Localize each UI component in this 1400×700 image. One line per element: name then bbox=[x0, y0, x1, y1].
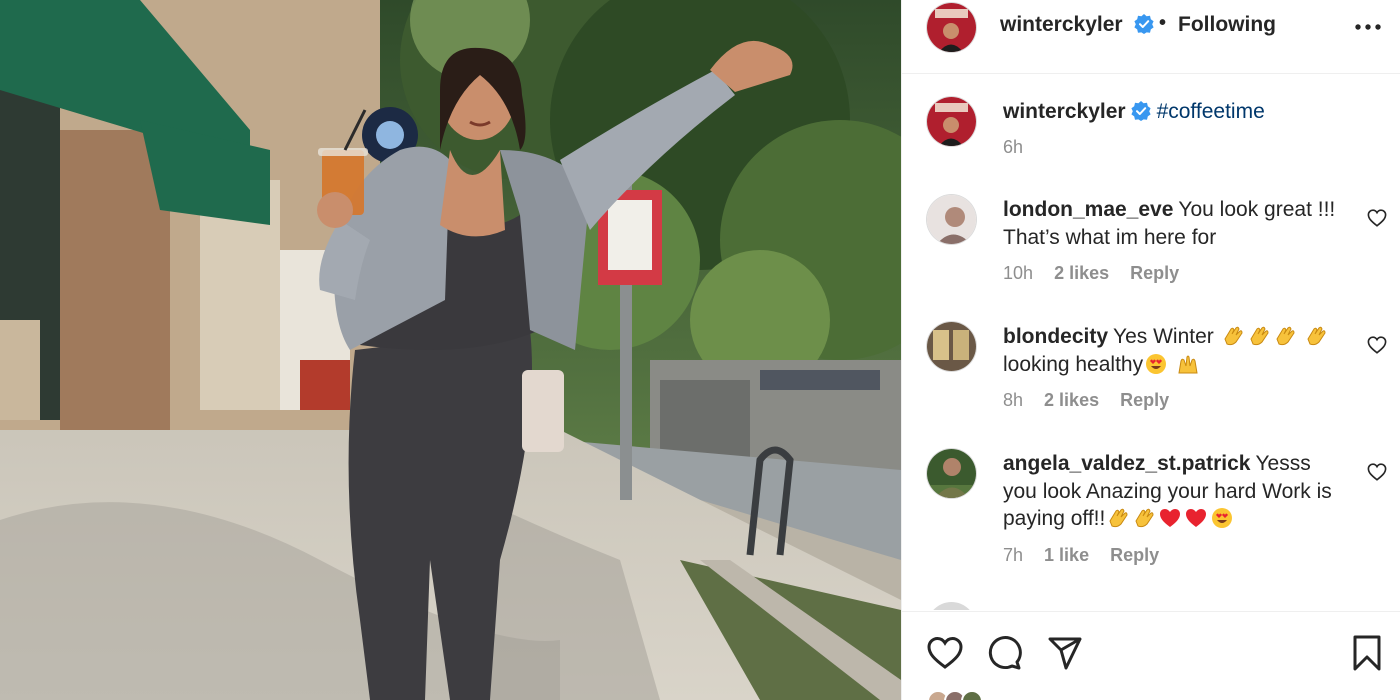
reply-button[interactable]: Reply bbox=[1120, 390, 1169, 410]
comments-list: winterckyler #coffeetime 6h london_mae_ev… bbox=[902, 75, 1400, 610]
raising-hands-icon bbox=[1178, 355, 1198, 373]
follow-status-button[interactable]: Following bbox=[1178, 13, 1276, 37]
verified-badge-icon bbox=[1130, 101, 1151, 121]
clapping-hands-icon bbox=[1109, 508, 1128, 528]
comment-likes[interactable]: 2 likes bbox=[1044, 390, 1099, 410]
comment-body: Yes Winter bbox=[1113, 325, 1214, 348]
hashtag-link[interactable]: #coffeetime bbox=[1157, 100, 1265, 123]
comment-likes[interactable]: 2 likes bbox=[1054, 263, 1109, 283]
caption-time: 6h bbox=[1003, 137, 1024, 157]
post-sidebar: winterckyler • Following winterckyler #c… bbox=[901, 0, 1400, 700]
commenter-avatar-image bbox=[927, 449, 976, 498]
heart-icon[interactable] bbox=[1367, 463, 1387, 481]
comment-time: 8h bbox=[1003, 390, 1024, 410]
reply-button[interactable]: Reply bbox=[1110, 545, 1159, 565]
separator-dot: • bbox=[1159, 12, 1167, 34]
heart-icon[interactable] bbox=[1367, 336, 1387, 354]
commenter-avatar-image bbox=[927, 322, 976, 371]
heart-eyes-icon bbox=[1146, 353, 1167, 374]
comment-text: blondecity Yes Winter looking healthy bbox=[1003, 323, 1333, 378]
author-username[interactable]: winterckyler bbox=[1000, 13, 1123, 37]
verified-badge-icon bbox=[1130, 14, 1154, 36]
heart-icon[interactable] bbox=[926, 634, 964, 672]
commenter-avatar[interactable] bbox=[927, 322, 976, 371]
comment-meta: 7h 1 like Reply bbox=[1003, 545, 1175, 566]
post-image-woman-with-coffee bbox=[0, 0, 901, 700]
comment-time: 10h bbox=[1003, 263, 1034, 283]
comment-username[interactable]: london_mae_eve bbox=[1003, 198, 1173, 221]
reply-button[interactable]: Reply bbox=[1130, 263, 1179, 283]
post-header: winterckyler • Following bbox=[902, 0, 1400, 74]
comment-likes[interactable]: 1 like bbox=[1044, 545, 1089, 565]
liked-by-avatars bbox=[927, 690, 983, 700]
clapping-hands-icon bbox=[1224, 326, 1243, 346]
liked-by-row[interactable] bbox=[927, 690, 1227, 700]
clapping-hands-icon bbox=[1276, 326, 1295, 346]
comment-username[interactable]: blondecity bbox=[1003, 325, 1108, 348]
commenter-avatar-image bbox=[927, 195, 976, 244]
author-avatar[interactable] bbox=[927, 3, 976, 52]
post-photo[interactable] bbox=[0, 0, 901, 700]
comment-bubble-icon[interactable] bbox=[986, 634, 1024, 672]
red-heart-icon bbox=[1160, 509, 1181, 527]
next-commenter-avatar[interactable] bbox=[927, 602, 976, 610]
comment-meta: 8h 2 likes Reply bbox=[1003, 390, 1185, 411]
comment-time: 7h bbox=[1003, 545, 1024, 565]
bookmark-icon[interactable] bbox=[1348, 634, 1386, 672]
commenter-avatar[interactable] bbox=[927, 449, 976, 498]
clapping-hands-icon bbox=[1135, 508, 1154, 528]
caption-meta: 6h bbox=[1003, 137, 1039, 158]
comment-body-cont: looking healthy bbox=[1003, 352, 1144, 376]
comment-username[interactable]: angela_valdez_st.patrick bbox=[1003, 452, 1250, 475]
heart-icon[interactable] bbox=[1367, 209, 1387, 227]
more-options-icon[interactable] bbox=[1354, 16, 1382, 38]
clapping-hands-icon bbox=[1250, 326, 1269, 346]
commenter-avatar[interactable] bbox=[927, 195, 976, 244]
post-action-bar bbox=[902, 611, 1400, 700]
comment-meta: 10h 2 likes Reply bbox=[1003, 263, 1195, 284]
red-heart-icon bbox=[1186, 509, 1207, 527]
caption-author-avatar[interactable] bbox=[927, 97, 976, 146]
paper-plane-icon[interactable] bbox=[1046, 634, 1084, 672]
heart-eyes-icon bbox=[1212, 508, 1233, 528]
caption-username[interactable]: winterckyler bbox=[1003, 100, 1126, 123]
caption-author-avatar-image bbox=[927, 97, 976, 146]
comment-text: angela_valdez_st.patrick Yesss you look A… bbox=[1003, 450, 1348, 533]
author-avatar-image bbox=[927, 3, 976, 52]
clapping-hands-icon bbox=[1307, 326, 1326, 346]
comment-text: london_mae_eve You look great !!! That’s … bbox=[1003, 196, 1343, 251]
caption-text: winterckyler #coffeetime bbox=[1003, 98, 1383, 126]
